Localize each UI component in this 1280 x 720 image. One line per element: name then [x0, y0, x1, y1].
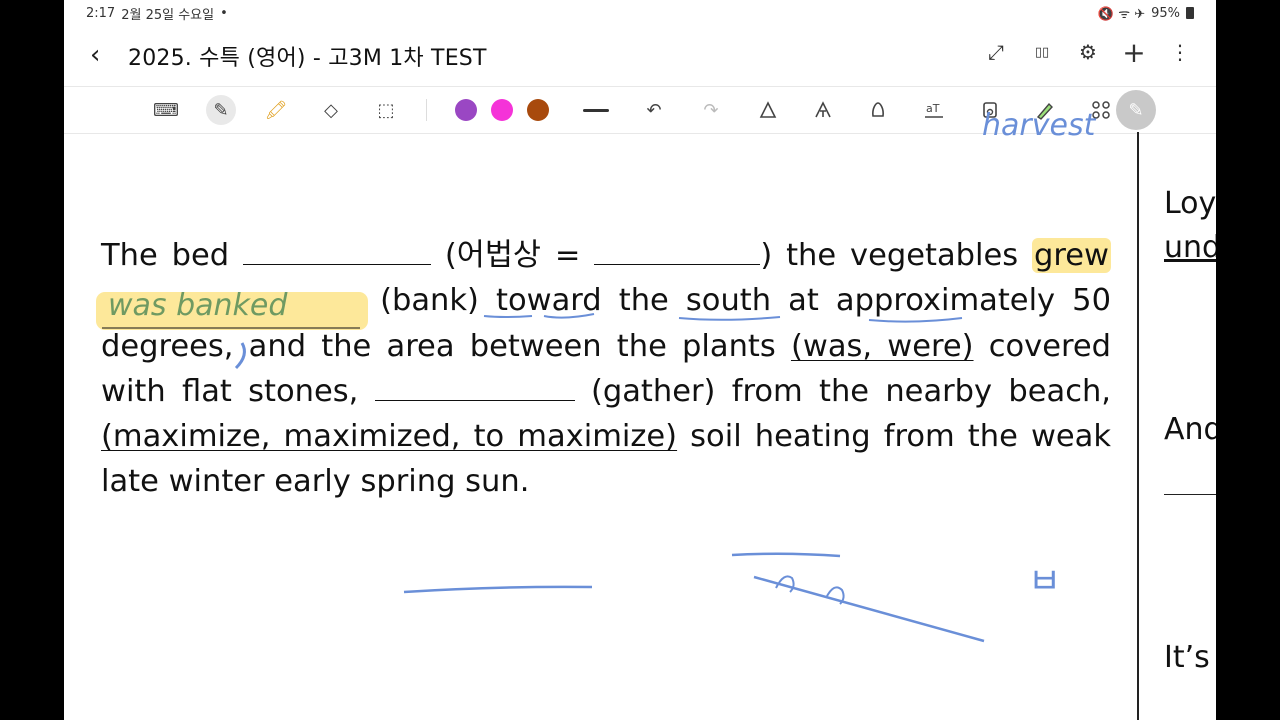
blank-1[interactable]	[243, 238, 431, 265]
side-page-line: Loy	[1164, 186, 1216, 221]
side-page-line: It’s	[1164, 640, 1210, 675]
verb-hint: (bank)	[380, 283, 479, 319]
side-page-line: And	[1164, 412, 1216, 447]
text-segment: covered	[988, 328, 1111, 364]
text-segment: approximately 50	[835, 283, 1111, 319]
text-segment: toward	[496, 283, 602, 319]
highlighted-word: grew	[1032, 238, 1111, 273]
text-segment: soil heating from the	[690, 419, 1018, 455]
exercise-paragraph: The bed (어법상 = ) the vegetables grew (ba…	[101, 233, 1111, 505]
text-segment: degrees, and the area between the plants	[101, 328, 776, 364]
text-segment: south	[685, 283, 772, 319]
text-segment: The bed	[101, 238, 230, 273]
text-segment: at	[788, 283, 819, 319]
text-segment: ) the vegetables	[760, 238, 1019, 273]
text-segment: (어법상 =	[444, 238, 581, 273]
side-page-line: und	[1164, 230, 1216, 265]
text-segment: the	[618, 283, 669, 319]
text-segment: (gather) from the nearby beach,	[590, 373, 1111, 409]
pen-fab-button[interactable]: ✎	[1116, 90, 1156, 130]
app-screen: 2:17 2월 25일 수요일 • 🔇 ᯤ ✈ 95% ‹ 2025. 수특 (…	[64, 0, 1216, 720]
side-page-blank	[1164, 494, 1216, 495]
choice-was-were: (was, were)	[790, 328, 974, 364]
choice-maximize: (maximize, maximized, to maximize)	[101, 419, 678, 455]
handwritten-note: ㅂ	[1028, 561, 1062, 602]
blank-2[interactable]	[594, 238, 761, 265]
blank-3[interactable]	[374, 374, 575, 401]
text-segment: with flat stones,	[101, 373, 359, 409]
handwritten-scribble: harvest	[982, 108, 1096, 143]
